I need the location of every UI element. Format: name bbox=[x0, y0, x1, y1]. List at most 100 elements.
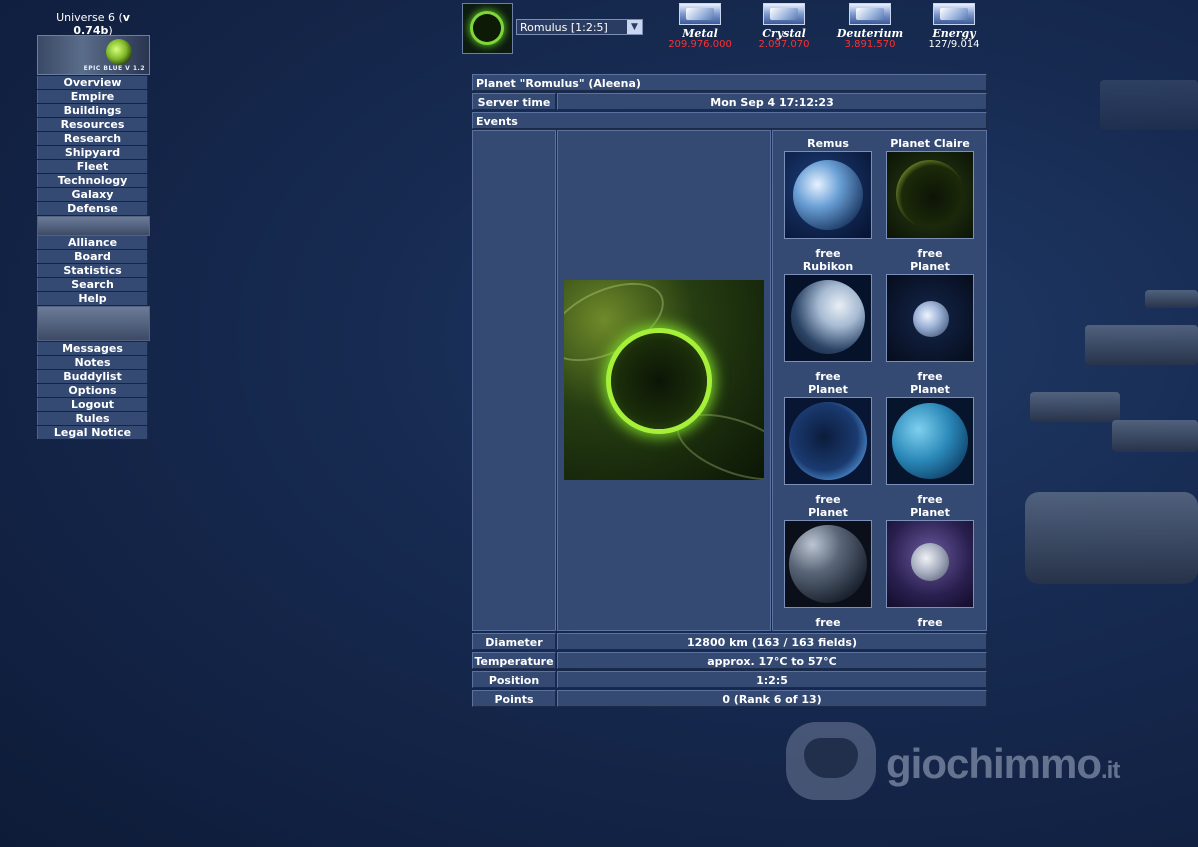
deuterium-icon bbox=[849, 3, 891, 25]
resource-value: 3.891.570 bbox=[844, 39, 896, 50]
planet-name[interactable]: Planet bbox=[879, 506, 981, 519]
planet-status: free bbox=[917, 616, 943, 629]
menu-item-help[interactable]: Help bbox=[37, 292, 148, 305]
info-value: 0 (Rank 6 of 13) bbox=[557, 690, 987, 707]
menu-item-buddylist[interactable]: Buddylist bbox=[37, 370, 148, 383]
events-row: Events bbox=[472, 112, 987, 129]
energy-icon bbox=[933, 3, 975, 25]
planet-select-value: Romulus [1:2:5] bbox=[520, 21, 608, 34]
menu-item-logout[interactable]: Logout bbox=[37, 398, 148, 411]
metal-icon bbox=[679, 3, 721, 25]
server-time-value: Mon Sep 4 17:12:23 bbox=[557, 93, 987, 110]
planet-status: free bbox=[917, 247, 943, 260]
menu-item-defense[interactable]: Defense bbox=[37, 202, 148, 215]
list-item[interactable]: Planet free bbox=[879, 506, 981, 629]
planet-thumbnail[interactable] bbox=[886, 397, 974, 485]
skin-logo: EPIC BLUE V 1.2 bbox=[37, 35, 150, 75]
planet-thumbnail[interactable] bbox=[784, 397, 872, 485]
events-heading: Events bbox=[472, 112, 987, 129]
watermark: giochimmo.it bbox=[786, 722, 1166, 802]
planet-thumbnail[interactable] bbox=[784, 274, 872, 362]
menu-item-rules[interactable]: Rules bbox=[37, 412, 148, 425]
menu-item-alliance[interactable]: Alliance bbox=[37, 236, 148, 249]
planet-image bbox=[564, 280, 764, 480]
resource-value: 127/9.014 bbox=[928, 39, 980, 50]
current-planet-thumbnail[interactable] bbox=[462, 3, 513, 54]
menu-item-board[interactable]: Board bbox=[37, 250, 148, 263]
watermark-brand: giochimmo bbox=[886, 740, 1102, 787]
empty-column bbox=[472, 130, 556, 631]
info-value[interactable]: 1:2:5 bbox=[557, 671, 987, 688]
planet-thumbnail[interactable] bbox=[886, 151, 974, 239]
planet-name[interactable]: Planet bbox=[777, 506, 879, 519]
planet-name[interactable]: Planet Claire bbox=[879, 137, 981, 150]
planet-icon bbox=[473, 14, 501, 42]
planet-name[interactable]: Planet bbox=[777, 383, 879, 396]
info-value: approx. 17°C to 57°C bbox=[557, 652, 987, 669]
resource-crystal: Crystal 2.097.070 bbox=[746, 3, 822, 50]
planet-name[interactable]: Rubikon bbox=[777, 260, 879, 273]
menu-separator bbox=[37, 306, 150, 341]
menu-item-shipyard[interactable]: Shipyard bbox=[37, 146, 148, 159]
menu-item-resources[interactable]: Resources bbox=[37, 118, 148, 131]
menu-item-research[interactable]: Research bbox=[37, 132, 148, 145]
community-menu: Alliance Board Statistics Search Help bbox=[37, 236, 148, 306]
main-menu: Overview Empire Buildings Resources Research… bbox=[37, 76, 148, 216]
server-time-label: Server time bbox=[472, 93, 556, 110]
resource-metal: Metal 209.976.000 bbox=[662, 3, 738, 50]
menu-item-messages[interactable]: Messages bbox=[37, 342, 148, 355]
menu-item-statistics[interactable]: Statistics bbox=[37, 264, 148, 277]
menu-item-technology[interactable]: Technology bbox=[37, 174, 148, 187]
planet-header-row: Planet "Romulus" (Aleena) bbox=[472, 74, 987, 91]
menu-item-buildings[interactable]: Buildings bbox=[37, 104, 148, 117]
resource-energy: Energy 127/9.014 bbox=[916, 3, 992, 50]
list-item[interactable]: Remus free bbox=[777, 137, 879, 260]
planet-status: free bbox=[815, 247, 841, 260]
menu-item-galaxy[interactable]: Galaxy bbox=[37, 188, 148, 201]
list-item[interactable]: Planet free bbox=[777, 506, 879, 629]
planet-thumbnail[interactable] bbox=[784, 151, 872, 239]
resource-value: 209.976.000 bbox=[668, 39, 732, 50]
planet-select[interactable]: Romulus [1:2:5] ▼ bbox=[516, 19, 643, 35]
menu-item-overview[interactable]: Overview bbox=[37, 76, 148, 89]
account-menu: Messages Notes Buddylist Options Logout Rules… bbox=[37, 342, 148, 440]
menu-item-options[interactable]: Options bbox=[37, 384, 148, 397]
list-item[interactable]: Planet free bbox=[777, 383, 879, 506]
menu-item-fleet[interactable]: Fleet bbox=[37, 160, 148, 173]
planet-status: free bbox=[815, 493, 841, 506]
planet-status: free bbox=[917, 370, 943, 383]
resource-value: 2.097.070 bbox=[758, 39, 810, 50]
menu-item-legal-notice[interactable]: Legal Notice bbox=[37, 426, 148, 439]
planet-thumbnail[interactable] bbox=[886, 274, 974, 362]
server-time-row: Server time Mon Sep 4 17:12:23 bbox=[472, 93, 987, 110]
info-label: Temperature bbox=[472, 652, 556, 669]
watermark-tld: .it bbox=[1101, 757, 1120, 784]
temperature-row: Temperature approx. 17°C to 57°C bbox=[472, 652, 987, 669]
planet-name[interactable]: Planet bbox=[879, 260, 981, 273]
position-row: Position 1:2:5 bbox=[472, 671, 987, 688]
menu-separator bbox=[37, 216, 150, 236]
menu-item-search[interactable]: Search bbox=[37, 278, 148, 291]
list-item[interactable]: Planet free bbox=[879, 383, 981, 506]
menu-item-notes[interactable]: Notes bbox=[37, 356, 148, 369]
planet-thumbnail[interactable] bbox=[886, 520, 974, 608]
planet-image-panel bbox=[557, 130, 771, 631]
page-title: Planet "Romulus" (Aleena) bbox=[472, 74, 987, 91]
info-label: Position bbox=[472, 671, 556, 688]
planet-name[interactable]: Remus bbox=[777, 137, 879, 150]
planet-icon bbox=[611, 333, 707, 429]
menu-item-empire[interactable]: Empire bbox=[37, 90, 148, 103]
resource-deuterium: Deuterium 3.891.570 bbox=[832, 3, 908, 50]
info-label: Points bbox=[472, 690, 556, 707]
points-row: Points 0 (Rank 6 of 13) bbox=[472, 690, 987, 707]
planet-thumbnail[interactable] bbox=[784, 520, 872, 608]
info-label: Diameter bbox=[472, 633, 556, 650]
chevron-down-icon[interactable]: ▼ bbox=[627, 20, 642, 34]
planet-name[interactable]: Planet bbox=[879, 383, 981, 396]
planet-status: free bbox=[815, 616, 841, 629]
diameter-row: Diameter 12800 km (163 / 163 fields) bbox=[472, 633, 987, 650]
list-item[interactable]: Planet free bbox=[879, 260, 981, 383]
list-item[interactable]: Planet Claire free bbox=[879, 137, 981, 260]
logo-planet-icon bbox=[106, 39, 132, 65]
list-item[interactable]: Rubikon free bbox=[777, 260, 879, 383]
